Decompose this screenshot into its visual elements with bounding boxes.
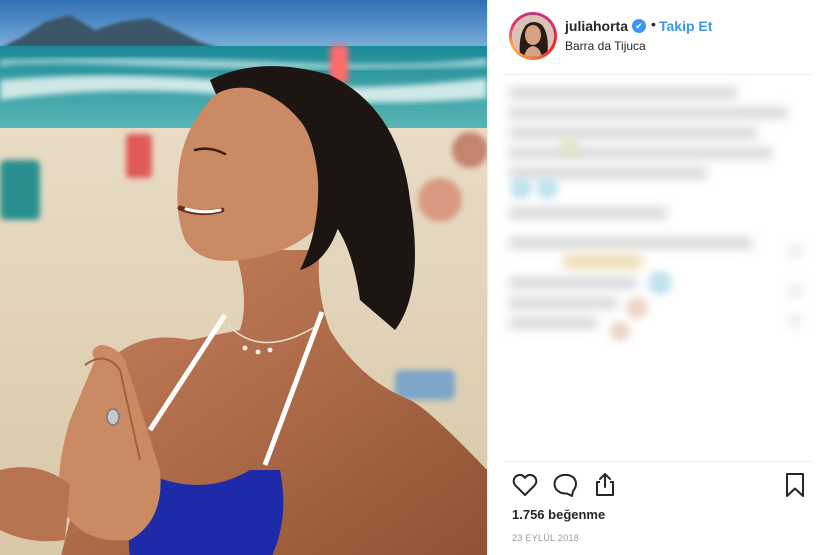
post-side-panel: juliahorta ✔ • Takip Et Barra da Tijuca bbox=[487, 0, 828, 555]
follow-button[interactable]: Takip Et bbox=[659, 18, 712, 34]
bookmark-icon[interactable] bbox=[784, 472, 806, 498]
beach-yoga-photo bbox=[0, 0, 487, 555]
post-header: juliahorta ✔ • Takip Et Barra da Tijuca bbox=[488, 0, 828, 74]
share-icon[interactable] bbox=[593, 471, 617, 497]
header-separator: • bbox=[651, 16, 656, 32]
avatar-image bbox=[512, 15, 554, 57]
verified-badge-icon: ✔ bbox=[632, 19, 646, 33]
actions-divider bbox=[504, 461, 812, 462]
username-link[interactable]: juliahorta bbox=[565, 18, 628, 34]
location-link[interactable]: Barra da Tijuca bbox=[565, 39, 646, 53]
comments-section-blurred bbox=[488, 75, 828, 460]
comment-icon[interactable] bbox=[552, 472, 578, 498]
post-date[interactable]: 23 EYLÜL 2018 bbox=[512, 533, 579, 543]
heart-icon[interactable] bbox=[512, 473, 538, 497]
like-count[interactable]: 1.756 beğenme bbox=[512, 507, 605, 522]
avatar[interactable] bbox=[509, 12, 557, 60]
post-photo[interactable] bbox=[0, 0, 487, 555]
